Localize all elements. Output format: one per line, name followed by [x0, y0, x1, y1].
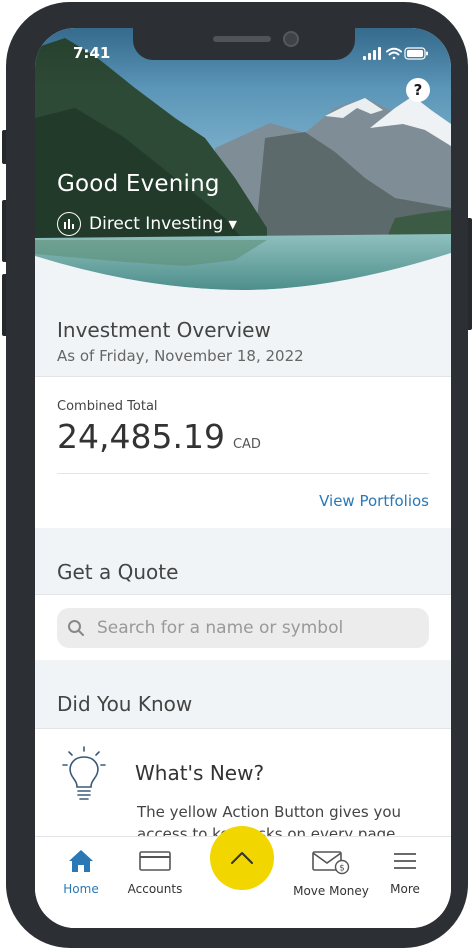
mute-switch — [2, 130, 6, 164]
tab-label: Move Money — [293, 884, 369, 898]
amount-value: 24,485.19 — [57, 417, 225, 456]
combined-total-label: Combined Total — [57, 399, 158, 414]
mountain-lake-hero-image — [35, 28, 451, 290]
greeting-text: Good Evening — [57, 171, 220, 197]
app-screen: 7:41 ? Good Evening Direct Investing ▼ I… — [35, 28, 451, 928]
section-title: Get a Quote — [57, 560, 179, 584]
volume-down-button — [2, 274, 6, 336]
earpiece-speaker — [213, 36, 271, 42]
svg-text:$: $ — [339, 864, 345, 874]
front-camera — [283, 31, 299, 47]
search-input[interactable]: Search for a name or symbol — [57, 608, 429, 648]
tab-home[interactable]: Home — [41, 849, 121, 896]
combined-total-amount: 24,485.19 CAD — [57, 417, 261, 456]
whats-new-title: What's New? — [135, 761, 265, 785]
tab-label: Accounts — [127, 882, 183, 896]
bar-chart-icon — [57, 212, 81, 236]
phone-frame: 7:41 ? Good Evening Direct Investing ▼ I… — [2, 2, 472, 948]
chevron-up-icon — [231, 852, 253, 864]
home-icon — [69, 850, 93, 872]
cellular-signal-icon — [363, 47, 381, 60]
quote-section: Search for a name or symbol — [35, 594, 451, 661]
envelope-dollar-icon: $ — [312, 851, 350, 875]
status-bar-icons — [363, 45, 429, 64]
tab-accounts[interactable]: Accounts — [115, 849, 195, 896]
section-title: Investment Overview — [57, 318, 271, 342]
investment-overview-header: Investment Overview As of Friday, Novemb… — [35, 290, 451, 376]
caret-down-icon: ▼ — [228, 217, 237, 231]
tab-move-money[interactable]: $ Move Money — [291, 849, 371, 898]
tab-label: Home — [63, 882, 99, 896]
phone-notch — [133, 28, 355, 60]
tab-label: More — [390, 882, 420, 896]
did-you-know-header: Did You Know — [35, 660, 451, 728]
as-of-date: As of Friday, November 18, 2022 — [57, 347, 304, 365]
battery-icon — [404, 47, 428, 60]
get-a-quote-header: Get a Quote — [35, 528, 451, 594]
accounts-card-icon — [139, 851, 171, 871]
divider — [57, 473, 429, 474]
question-icon[interactable]: ? — [406, 78, 430, 102]
currency-code: CAD — [232, 437, 261, 452]
yellow-action-button[interactable] — [210, 826, 274, 890]
section-title: Did You Know — [57, 692, 193, 716]
view-portfolios-link[interactable]: View Portfolios — [319, 492, 429, 510]
tab-more[interactable]: More — [365, 849, 445, 896]
hamburger-menu-icon — [394, 853, 416, 869]
search-icon — [68, 620, 84, 636]
account-type-label: Direct Investing — [89, 214, 224, 234]
lightbulb-icon — [62, 746, 106, 800]
wifi-icon — [386, 47, 402, 60]
status-bar-time: 7:41 — [73, 44, 111, 62]
combined-total-card: Combined Total 24,485.19 CAD View Portfol… — [35, 376, 451, 529]
search-placeholder: Search for a name or symbol — [97, 618, 344, 638]
power-button — [468, 218, 472, 330]
volume-up-button — [2, 200, 6, 262]
account-type-dropdown[interactable]: Direct Investing ▼ — [57, 212, 237, 236]
